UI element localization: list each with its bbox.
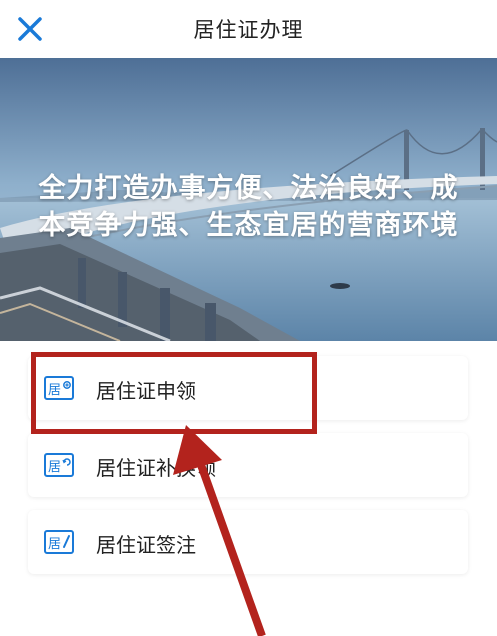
menu-item-label: 居住证补换领 xyxy=(96,456,216,480)
svg-text:居: 居 xyxy=(48,537,61,552)
banner-slogan-line-1: 全力打造办事方便、法治良好、成 xyxy=(38,173,459,204)
menu-item-label: 居住证签注 xyxy=(96,533,196,557)
menu-item-residence-apply[interactable]: 居 居住证申领 xyxy=(28,356,468,420)
svg-text:居: 居 xyxy=(48,460,61,475)
residence-replace-icon: 居 xyxy=(44,453,74,477)
banner-slogan-line-2: 本竞争力强、生态宜居的营商环境 xyxy=(38,210,459,241)
residence-apply-icon: 居 xyxy=(44,376,74,400)
page-title: 居住证办理 xyxy=(193,18,304,42)
menu-item-residence-replace[interactable]: 居 居住证补换领 xyxy=(28,433,468,497)
top-bar: 居住证办理 xyxy=(0,0,497,58)
residence-endorse-icon: 居 xyxy=(44,530,74,554)
menu-item-residence-endorse[interactable]: 居 居住证签注 xyxy=(28,510,468,574)
service-menu: 居 居住证申领 居 居住证补换领 居 居住证签注 xyxy=(28,356,468,587)
menu-item-label: 居住证申领 xyxy=(96,379,196,403)
svg-text:居: 居 xyxy=(48,383,61,398)
banner: 全力打造办事方便、法治良好、成 本竞争力强、生态宜居的营商环境 xyxy=(0,58,497,341)
